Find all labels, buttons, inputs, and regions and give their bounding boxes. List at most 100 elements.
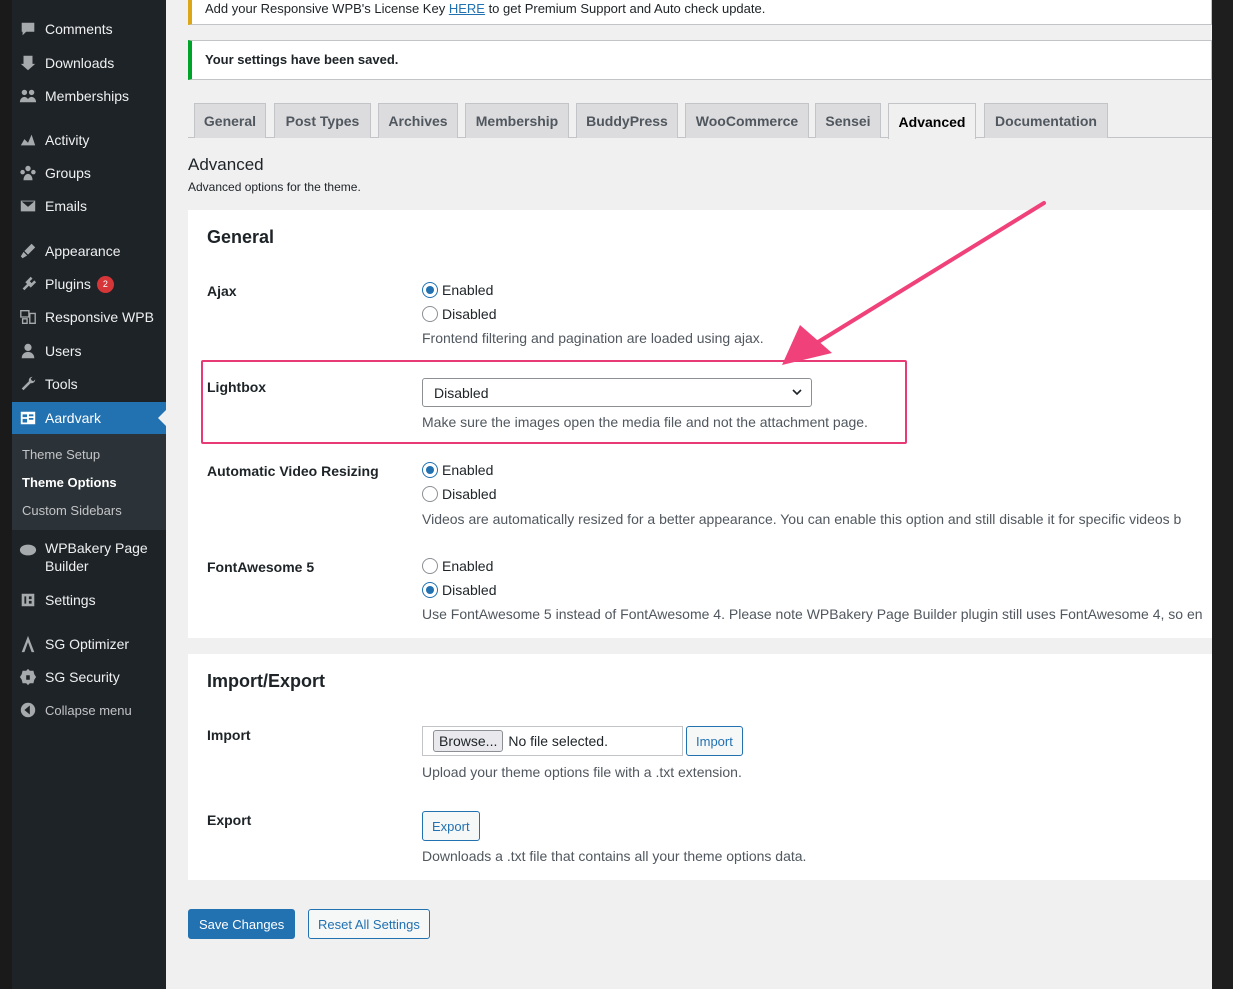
general-section-title: General xyxy=(207,227,275,247)
sidebar-item-emails[interactable]: Emails xyxy=(12,191,166,221)
import-file-input[interactable]: Browse... No file selected. xyxy=(422,726,683,756)
sidebar-item-users[interactable]: Users xyxy=(12,336,166,366)
video-disabled-option[interactable]: Disabled xyxy=(422,486,496,502)
users-icon xyxy=(18,341,38,361)
tab-archives[interactable]: Archives xyxy=(378,103,458,138)
page-title: Advanced xyxy=(188,155,264,174)
save-changes-button[interactable]: Save Changes xyxy=(188,909,296,939)
activity-icon xyxy=(18,130,38,150)
settings-saved-notice: Your settings have been saved. xyxy=(188,40,1212,80)
annotation-arrow-icon xyxy=(782,201,1046,365)
sidebar-item-sg-optimizer[interactable]: SG Optimizer xyxy=(12,629,166,659)
video-disabled-radio[interactable] xyxy=(422,486,438,502)
sidebar-item-label: Groups xyxy=(45,165,91,181)
sidebar-item-label: Emails xyxy=(45,198,88,214)
video-enabled-label: Enabled xyxy=(442,462,494,478)
admin-sidebar: Comments Downloads Memberships Activity … xyxy=(12,0,166,989)
sg-optimizer-icon xyxy=(18,634,38,654)
fontawesome-enabled-option[interactable]: Enabled xyxy=(422,558,493,574)
sidebar-item-label: SG Security xyxy=(45,669,120,685)
tab-woocommerce[interactable]: WooCommerce xyxy=(685,103,809,138)
ajax-enabled-label: Enabled xyxy=(442,282,494,298)
plugin-update-badge: 2 xyxy=(96,275,114,293)
export-description: Downloads a .txt file that contains all … xyxy=(422,848,807,864)
fontawesome-disabled-label: Disabled xyxy=(442,582,497,598)
import-export-title: Import/Export xyxy=(207,671,326,691)
sidebar-item-label: Tools xyxy=(45,376,78,392)
page-subtitle: Advanced options for the theme. xyxy=(188,180,361,194)
sidebar-item-activity[interactable]: Activity xyxy=(12,125,166,155)
import-button[interactable]: Import xyxy=(686,726,743,756)
sidebar-collapse-menu[interactable]: Collapse menu xyxy=(12,695,166,725)
sidebar-item-settings[interactable]: Settings xyxy=(12,585,166,615)
sidebar-item-downloads[interactable]: Downloads xyxy=(12,48,166,78)
sidebar-item-memberships[interactable]: Memberships xyxy=(12,81,166,111)
window-frame-right xyxy=(1212,0,1233,989)
sidebar-item-appearance[interactable]: Appearance xyxy=(12,236,166,266)
submenu-custom-sidebars[interactable]: Custom Sidebars xyxy=(22,503,122,518)
fontawesome-description: Use FontAwesome 5 instead of FontAwesome… xyxy=(422,606,1203,622)
sidebar-item-label: Aardvark xyxy=(45,410,102,426)
ajax-description: Frontend filtering and pagination are lo… xyxy=(422,330,764,346)
ajax-disabled-label: Disabled xyxy=(442,306,497,322)
tab-general[interactable]: General xyxy=(194,103,266,138)
tab-sensei[interactable]: Sensei xyxy=(815,103,881,138)
collapse-icon xyxy=(18,700,38,720)
sidebar-item-label: Memberships xyxy=(45,88,130,104)
sidebar-item-aardvark[interactable]: Aardvark xyxy=(12,402,166,434)
sidebar-item-wpbakery[interactable]: WPBakery Page Builder xyxy=(12,539,166,579)
sidebar-item-label: Responsive WPB xyxy=(45,309,154,325)
sidebar-item-label: Settings xyxy=(45,592,96,608)
tab-post-types[interactable]: Post Types xyxy=(274,103,371,138)
sidebar-item-label: SG Optimizer xyxy=(45,636,130,652)
sidebar-item-tools[interactable]: Tools xyxy=(12,369,166,399)
ajax-enabled-option[interactable]: Enabled xyxy=(422,282,493,298)
tab-membership[interactable]: Membership xyxy=(465,103,569,138)
groups-icon xyxy=(18,163,38,183)
sidebar-item-sg-security[interactable]: SG Security xyxy=(12,662,166,692)
tools-icon xyxy=(18,374,38,394)
sidebar-item-responsive-wpb[interactable]: Responsive WPB xyxy=(12,302,166,332)
sidebar-item-label: Appearance xyxy=(45,243,121,259)
sidebar-item-groups[interactable]: Groups xyxy=(12,158,166,188)
video-enabled-option[interactable]: Enabled xyxy=(422,462,493,478)
sidebar-item-label: Users xyxy=(45,343,82,359)
wpbakery-icon xyxy=(18,540,38,560)
sidebar-item-comments[interactable]: Comments xyxy=(12,14,166,44)
sidebar-item-label: Plugins xyxy=(45,276,91,292)
video-enabled-radio[interactable] xyxy=(422,462,438,478)
tab-advanced[interactable]: Advanced xyxy=(888,103,976,139)
responsive-wpb-icon xyxy=(18,307,38,327)
tab-buddypress[interactable]: BuddyPress xyxy=(576,103,678,138)
sidebar-item-label: Activity xyxy=(45,132,90,148)
sidebar-item-plugins[interactable]: Plugins 2 xyxy=(12,269,166,299)
fontawesome-label: FontAwesome 5 xyxy=(207,559,315,575)
fontawesome-disabled-option[interactable]: Disabled xyxy=(422,582,496,598)
browse-button[interactable]: Browse... xyxy=(433,730,504,752)
import-label: Import xyxy=(207,727,251,743)
fontawesome-enabled-label: Enabled xyxy=(442,558,494,574)
window-frame-left xyxy=(0,0,12,989)
export-button[interactable]: Export xyxy=(422,811,480,841)
fontawesome-enabled-radio[interactable] xyxy=(422,558,438,574)
license-notice: Add your Responsive WPB's License Key HE… xyxy=(188,0,1212,25)
fontawesome-disabled-radio[interactable] xyxy=(422,582,438,598)
ajax-label: Ajax xyxy=(207,283,237,299)
sidebar-item-label: Comments xyxy=(45,21,113,37)
submenu-theme-setup[interactable]: Theme Setup xyxy=(22,447,100,462)
ajax-enabled-radio[interactable] xyxy=(422,282,438,298)
memberships-icon xyxy=(18,86,38,106)
aardvark-submenu: Theme Setup Theme Options Custom Sidebar… xyxy=(12,434,166,530)
downloads-icon xyxy=(18,53,38,73)
reset-all-settings-button[interactable]: Reset All Settings xyxy=(308,909,430,939)
ajax-disabled-option[interactable]: Disabled xyxy=(422,306,496,322)
sidebar-item-label: Downloads xyxy=(45,55,115,71)
video-description: Videos are automatically resized for a b… xyxy=(422,511,1182,527)
sg-security-icon xyxy=(18,667,38,687)
sidebar-item-label: Collapse menu xyxy=(45,702,132,718)
submenu-theme-options[interactable]: Theme Options xyxy=(22,475,117,490)
tab-documentation[interactable]: Documentation xyxy=(984,103,1108,138)
ajax-disabled-radio[interactable] xyxy=(422,306,438,322)
comments-icon xyxy=(18,19,38,39)
license-here-link[interactable]: HERE xyxy=(449,1,485,16)
